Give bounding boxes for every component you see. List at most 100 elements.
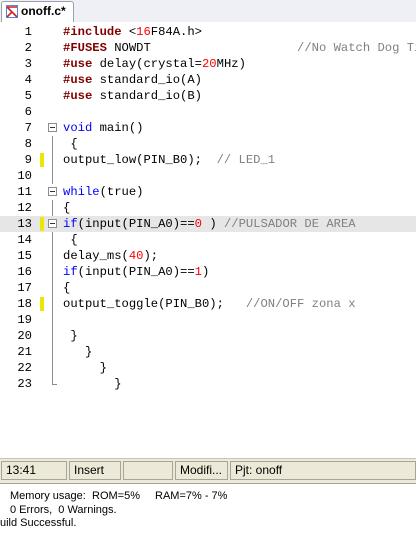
errors-warnings-summary: 0 Errors, 0 Warnings. [10,504,117,516]
code-text: #use standard_io(A) [63,72,202,88]
code-token: } [63,329,78,343]
code-text: output_low(PIN_B0); // LED_1 [63,152,275,168]
code-line[interactable]: 12 { [0,200,416,216]
code-line[interactable]: 22 } [0,360,416,376]
code-token: NOWDT [114,41,298,55]
code-line[interactable]: 13 if(input(PIN_A0)==0 ) //PULSADOR DE AR… [0,216,416,232]
code-line[interactable]: 19 [0,312,416,328]
fold-guide-line [52,248,53,264]
code-text: #include <16F84A.h> [63,24,202,40]
fold-guide-line [52,312,53,328]
line-number: 23 [17,377,32,391]
code-token: #FUSES [63,41,115,55]
code-line[interactable]: 23 } [0,376,416,392]
code-token: 40 [128,249,144,263]
code-line[interactable]: 1 #include <16F84A.h> [0,24,416,40]
code-token: delay_ms( [63,249,129,263]
code-line[interactable]: 4 #use standard_io(A) [0,72,416,88]
code-line[interactable]: 7 void main() [0,120,416,136]
code-line[interactable]: 14 { [0,232,416,248]
code-token: } [63,345,93,359]
code-line[interactable]: 5 #use standard_io(B) [0,88,416,104]
line-number: 8 [24,137,32,151]
code-token: 16 [136,25,151,39]
line-number: 11 [17,185,32,199]
code-text: { [63,136,77,152]
code-text: if(input(PIN_A0)==1) [63,264,209,280]
line-number: 19 [17,313,32,327]
modified-line-marker [40,297,44,311]
fold-guide-line [52,232,53,248]
line-number: 21 [17,345,32,359]
ram-usage: RAM=7% - 7% [155,490,228,502]
code-token: (input(PIN_A0)== [77,265,195,279]
line-number: 16 [17,265,32,279]
modified-line-marker [40,217,44,231]
fold-collapse-icon[interactable] [48,123,57,132]
fold-guide-line [52,328,53,344]
line-number: 2 [24,41,32,55]
line-number: 4 [24,73,32,87]
code-line[interactable]: 3 #use delay(crystal=20MHz) [0,56,416,72]
line-number: 6 [24,105,32,119]
fold-guide-line [52,280,53,296]
code-token: // LED_1 [216,153,276,167]
line-number: 10 [17,169,32,183]
code-token: //ON/OFF zona x [245,297,356,311]
code-token: while [63,185,100,199]
fold-guide-line [52,296,53,312]
code-text: #use standard_io(B) [63,88,202,104]
project-indicator: Pjt: onoff [230,461,416,480]
code-text: while(true) [63,184,143,200]
code-line[interactable]: 15 delay_ms(40); [0,248,416,264]
code-line[interactable]: 8 { [0,136,416,152]
fold-guide-line [52,168,53,184]
code-token: 1 [194,265,202,279]
status-empty-cell [123,461,173,480]
code-line[interactable]: 20 } [0,328,416,344]
tab-title: onoff.c* [21,4,66,18]
code-token: #include [63,25,129,39]
code-text: } [63,328,78,344]
code-text: if(input(PIN_A0)==0 ) //PULSADOR DE AREA [63,216,356,232]
rom-usage: ROM=5% [92,490,140,502]
code-line[interactable]: 21 } [0,344,416,360]
code-token: standard_io(A) [99,73,202,87]
c-source-file-icon [6,5,18,18]
code-token: 20 [201,57,217,71]
status-bar: 13:41 Insert Modifi... Pjt: onoff [0,458,416,483]
fold-guide-line [52,152,53,168]
code-editor[interactable]: 1 #include <16F84A.h> 2 #FUSES NOWDT //No W… [0,22,416,457]
code-token: output_toggle(PIN_B0); [63,297,246,311]
code-line[interactable]: 2 #FUSES NOWDT //No Watch Dog Timer [0,40,416,56]
code-line[interactable]: 10 [0,168,416,184]
code-text: #FUSES NOWDT //No Watch Dog Timer [63,40,416,56]
code-line[interactable]: 16 if(input(PIN_A0)==1) [0,264,416,280]
code-token: void [63,121,100,135]
tab-onoff-c[interactable]: onoff.c* [1,1,74,22]
build-output-pane: Memory usage: ROM=5% RAM=7% - 7% 0 Error… [0,483,416,553]
code-text: void main() [63,120,143,136]
code-token: if [63,265,78,279]
code-token: } [63,377,122,391]
modified-indicator: Modifi... [175,461,228,480]
code-line[interactable]: 9 output_low(PIN_B0); // LED_1 [0,152,416,168]
fold-collapse-icon[interactable] [48,219,57,228]
fold-guide-line [52,200,53,216]
insert-mode-indicator[interactable]: Insert [69,461,121,480]
fold-end-marker [52,376,57,385]
code-line[interactable]: 11 while(true) [0,184,416,200]
code-line[interactable]: 17 { [0,280,416,296]
code-text: output_toggle(PIN_B0); //ON/OFF zona x [63,296,356,312]
code-token: (true) [99,185,144,199]
tab-strip: onoff.c* [0,0,416,23]
fold-collapse-icon[interactable] [48,187,57,196]
code-token: ); [143,249,159,263]
code-token: //No Watch Dog Timer [297,41,416,55]
code-token: ) [202,217,224,231]
code-token: delay(crystal= [99,57,202,71]
code-token: standard_io(B) [99,89,202,103]
code-line[interactable]: 18 output_toggle(PIN_B0); //ON/OFF zona x [0,296,416,312]
code-text: } [63,376,122,392]
code-line[interactable]: 6 [0,104,416,120]
